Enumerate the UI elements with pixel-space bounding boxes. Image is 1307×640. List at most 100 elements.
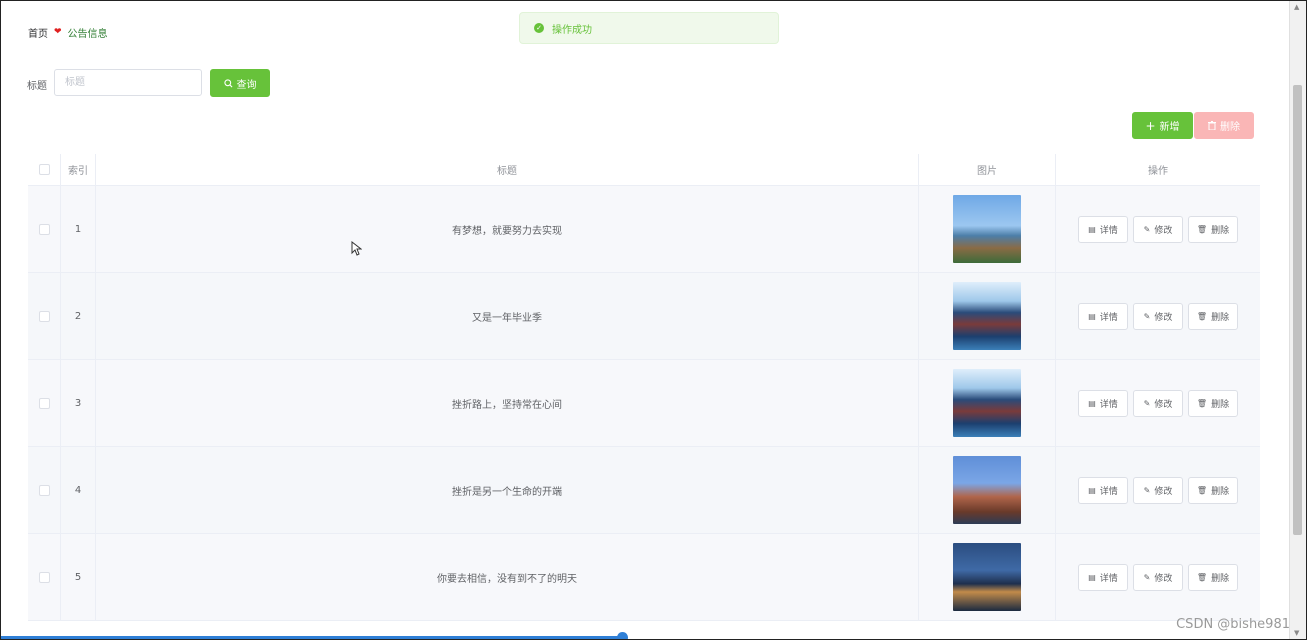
page-progress-bar [1, 636, 623, 639]
row-thumbnail[interactable] [953, 369, 1021, 437]
edit-button[interactable]: ✎ 修改 [1133, 215, 1183, 243]
header-index: 索引 [61, 154, 96, 185]
query-button-label: 查询 [236, 79, 257, 91]
delete-label: 删除 [1211, 573, 1230, 584]
vertical-scrollbar[interactable]: ▲ ▼ [1289, 1, 1306, 639]
row-thumbnail[interactable] [953, 543, 1021, 611]
row-image-cell [919, 360, 1056, 446]
breadcrumb-home[interactable]: 首页 [28, 25, 48, 40]
document-icon: ▤ [1088, 572, 1096, 582]
edit-button[interactable]: ✎ 修改 [1133, 476, 1183, 504]
row-image-cell [919, 273, 1056, 359]
delete-label: 删除 [1211, 486, 1230, 497]
table-header: 索引 标题 图片 操作 [28, 154, 1260, 186]
progress-knob[interactable] [617, 632, 628, 639]
edit-label: 修改 [1154, 225, 1173, 236]
table-row: 4 挫折是另一个生命的开端 ▤ 详情 ✎ 修改 🗑 删除 [28, 447, 1260, 534]
delete-label: 删除 [1211, 399, 1230, 410]
query-button[interactable]: 查询 [210, 69, 270, 97]
scroll-down-icon[interactable]: ▼ [1294, 629, 1299, 637]
document-icon: ▤ [1088, 485, 1096, 495]
edit-button[interactable]: ✎ 修改 [1133, 389, 1183, 417]
row-thumbnail[interactable] [953, 456, 1021, 524]
row-image-cell [919, 447, 1056, 533]
edit-label: 修改 [1154, 486, 1173, 497]
detail-button[interactable]: ▤ 详情 [1078, 563, 1128, 591]
delete-button[interactable]: 🗑 删除 [1188, 389, 1238, 417]
detail-label: 详情 [1099, 312, 1118, 323]
row-index: 3 [61, 360, 96, 446]
breadcrumb-current: 公告信息 [67, 29, 108, 40]
mouse-cursor-icon [351, 241, 362, 256]
row-index: 4 [61, 447, 96, 533]
row-checkbox-cell [28, 273, 61, 359]
app-frame: 首页 ❤ 公告信息 ✓ 操作成功 标题 查询 + 新增 删除 索引 标题 图片 … [0, 0, 1307, 640]
table-row: 3 挫折路上，坚持常在心间 ▤ 详情 ✎ 修改 🗑 删除 [28, 360, 1260, 447]
table-body: 1 有梦想，就要努力去实现 ▤ 详情 ✎ 修改 🗑 删除 2 又是一年毕业季 ▤ 详情 … [28, 186, 1260, 621]
heart-icon: ❤ [54, 27, 62, 37]
breadcrumb: 首页 ❤ 公告信息 [28, 25, 108, 41]
row-checkbox-cell [28, 360, 61, 446]
row-checkbox[interactable] [38, 484, 50, 496]
header-checkbox-cell [28, 154, 61, 185]
row-index: 1 [61, 186, 96, 272]
check-circle-icon: ✓ [534, 23, 544, 33]
trash-icon: 🗑 [1196, 311, 1208, 321]
detail-button[interactable]: ▤ 详情 [1078, 476, 1128, 504]
search-title-input[interactable] [54, 69, 202, 96]
pencil-icon: ✎ [1143, 485, 1151, 495]
row-title: 有梦想，就要努力去实现 [96, 186, 919, 272]
row-ops: ▤ 详情 ✎ 修改 🗑 删除 [1056, 534, 1260, 620]
delete-button[interactable]: 🗑 删除 [1188, 215, 1238, 243]
success-toast: ✓ 操作成功 [519, 12, 779, 44]
delete-label: 删除 [1211, 225, 1230, 236]
row-image-cell [919, 534, 1056, 620]
delete-button[interactable]: 🗑 删除 [1188, 476, 1238, 504]
pencil-icon: ✎ [1143, 398, 1151, 408]
edit-label: 修改 [1154, 573, 1173, 584]
row-title: 又是一年毕业季 [96, 273, 919, 359]
detail-label: 详情 [1099, 573, 1118, 584]
row-ops: ▤ 详情 ✎ 修改 🗑 删除 [1056, 447, 1260, 533]
search-label: 标题 [27, 81, 47, 92]
table-row: 1 有梦想，就要努力去实现 ▤ 详情 ✎ 修改 🗑 删除 [28, 186, 1260, 273]
trash-icon: 🗑 [1196, 398, 1208, 408]
detail-button[interactable]: ▤ 详情 [1078, 389, 1128, 417]
select-all-checkbox[interactable] [38, 164, 50, 175]
watermark: CSDN @bishe981 [1176, 617, 1290, 632]
detail-button[interactable]: ▤ 详情 [1078, 215, 1128, 243]
delete-button[interactable]: 🗑 删除 [1188, 302, 1238, 330]
edit-label: 修改 [1154, 399, 1173, 410]
document-icon: ▤ [1088, 311, 1096, 321]
toast-message: 操作成功 [552, 24, 592, 36]
detail-button[interactable]: ▤ 详情 [1078, 302, 1128, 330]
row-checkbox[interactable] [38, 571, 50, 583]
table-row: 5 你要去相信，没有到不了的明天 ▤ 详情 ✎ 修改 🗑 删除 [28, 534, 1260, 621]
table-row: 2 又是一年毕业季 ▤ 详情 ✎ 修改 🗑 删除 [28, 273, 1260, 360]
row-ops: ▤ 详情 ✎ 修改 🗑 删除 [1056, 273, 1260, 359]
row-checkbox[interactable] [38, 310, 50, 322]
detail-label: 详情 [1099, 399, 1118, 410]
edit-label: 修改 [1154, 312, 1173, 323]
edit-button[interactable]: ✎ 修改 [1133, 302, 1183, 330]
row-title: 挫折是另一个生命的开端 [96, 447, 919, 533]
scroll-up-icon[interactable]: ▲ [1294, 3, 1299, 11]
search-icon [223, 78, 232, 87]
pencil-icon: ✎ [1143, 311, 1151, 321]
delete-button[interactable]: 🗑 删除 [1188, 563, 1238, 591]
batch-delete-button[interactable]: 删除 [1194, 112, 1254, 139]
row-checkbox[interactable] [38, 397, 50, 409]
document-icon: ▤ [1088, 398, 1096, 408]
edit-button[interactable]: ✎ 修改 [1133, 563, 1183, 591]
trash-icon: 🗑 [1196, 485, 1208, 495]
add-button[interactable]: + 新增 [1132, 112, 1193, 139]
scrollbar-thumb[interactable] [1293, 85, 1302, 535]
trash-icon: 🗑 [1196, 224, 1208, 234]
row-thumbnail[interactable] [953, 195, 1021, 263]
detail-label: 详情 [1099, 225, 1118, 236]
row-thumbnail[interactable] [953, 282, 1021, 350]
add-button-label: 新增 [1159, 122, 1180, 133]
row-title: 挫折路上，坚持常在心间 [96, 360, 919, 446]
notice-table: 索引 标题 图片 操作 1 有梦想，就要努力去实现 ▤ 详情 ✎ 修改 🗑 删除 2 … [28, 154, 1260, 621]
row-checkbox[interactable] [38, 223, 50, 235]
